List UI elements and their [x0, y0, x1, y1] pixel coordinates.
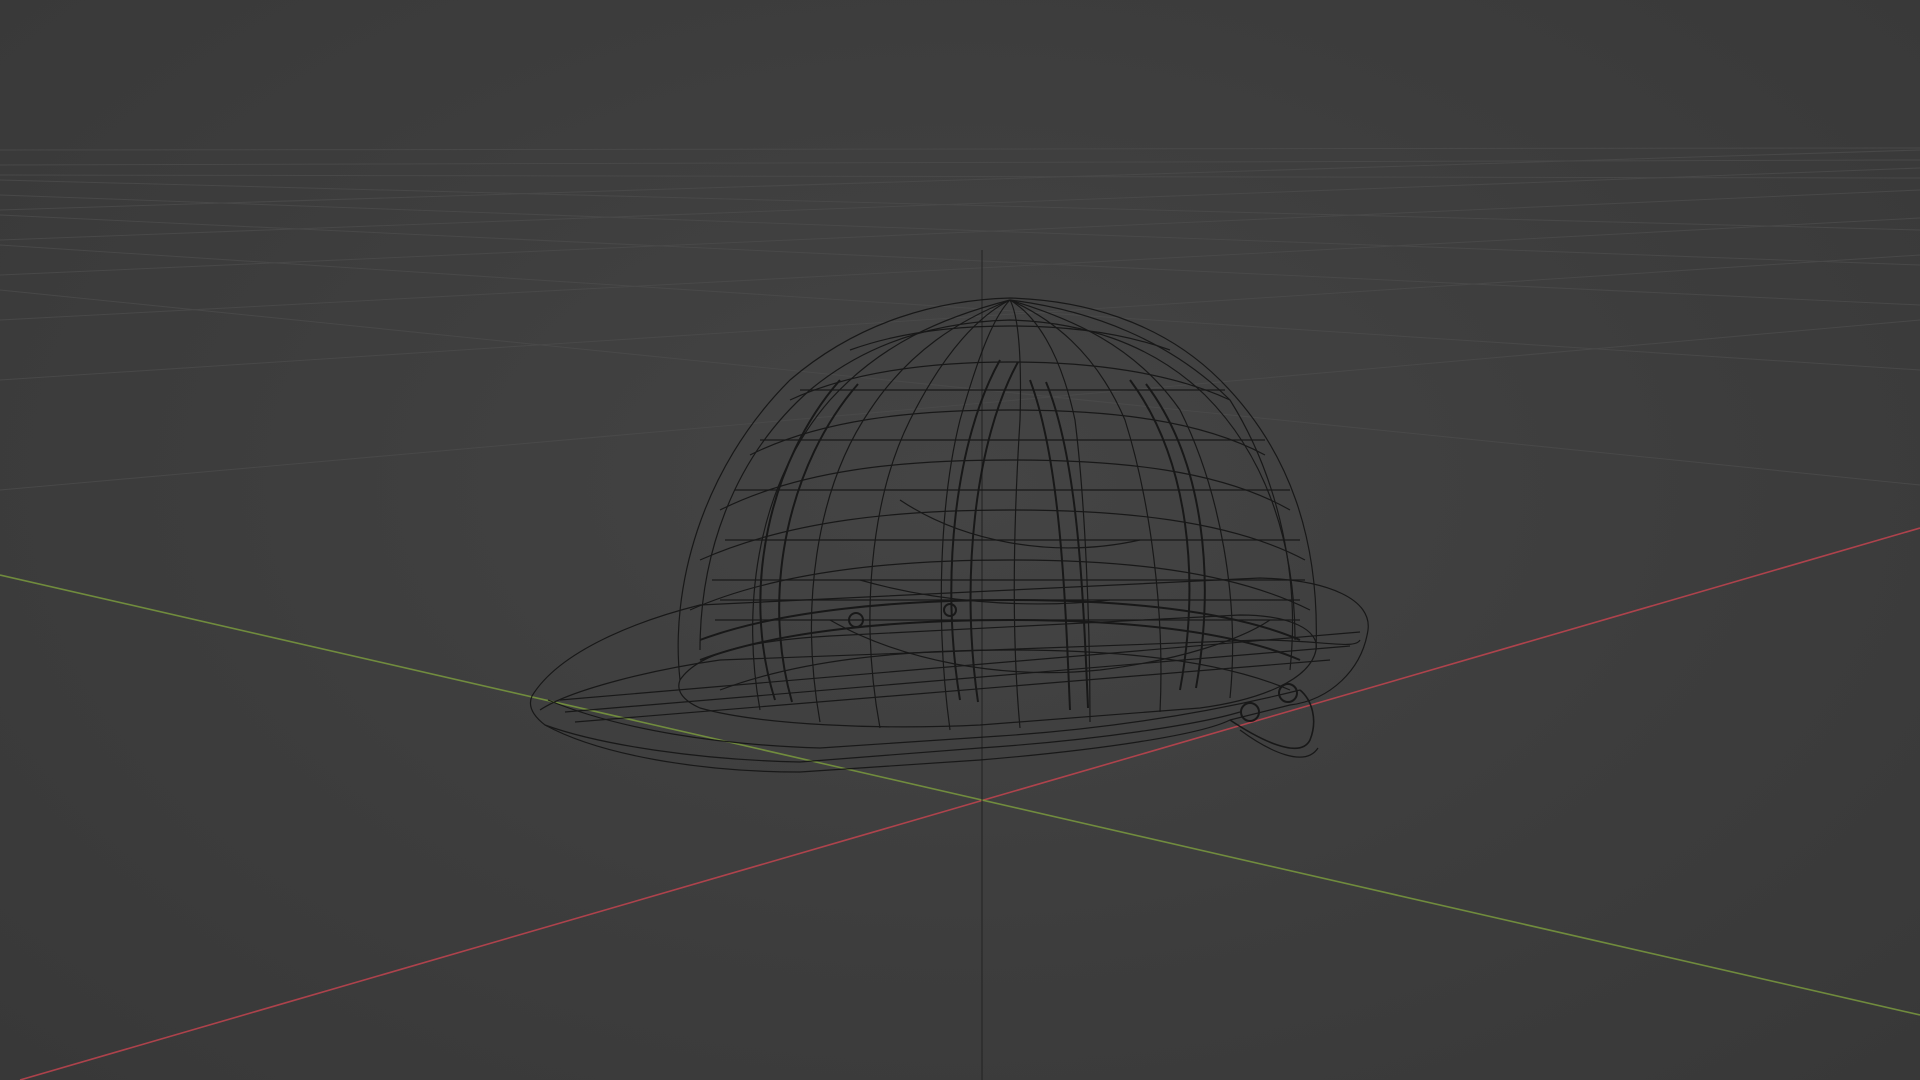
floor-grid — [0, 147, 1920, 491]
viewport-canvas[interactable] — [0, 0, 1920, 1080]
3d-viewport[interactable] — [0, 0, 1920, 1080]
y-axis-line — [0, 574, 1920, 1016]
hard-hat-wireframe-icon[interactable] — [529, 297, 1369, 773]
